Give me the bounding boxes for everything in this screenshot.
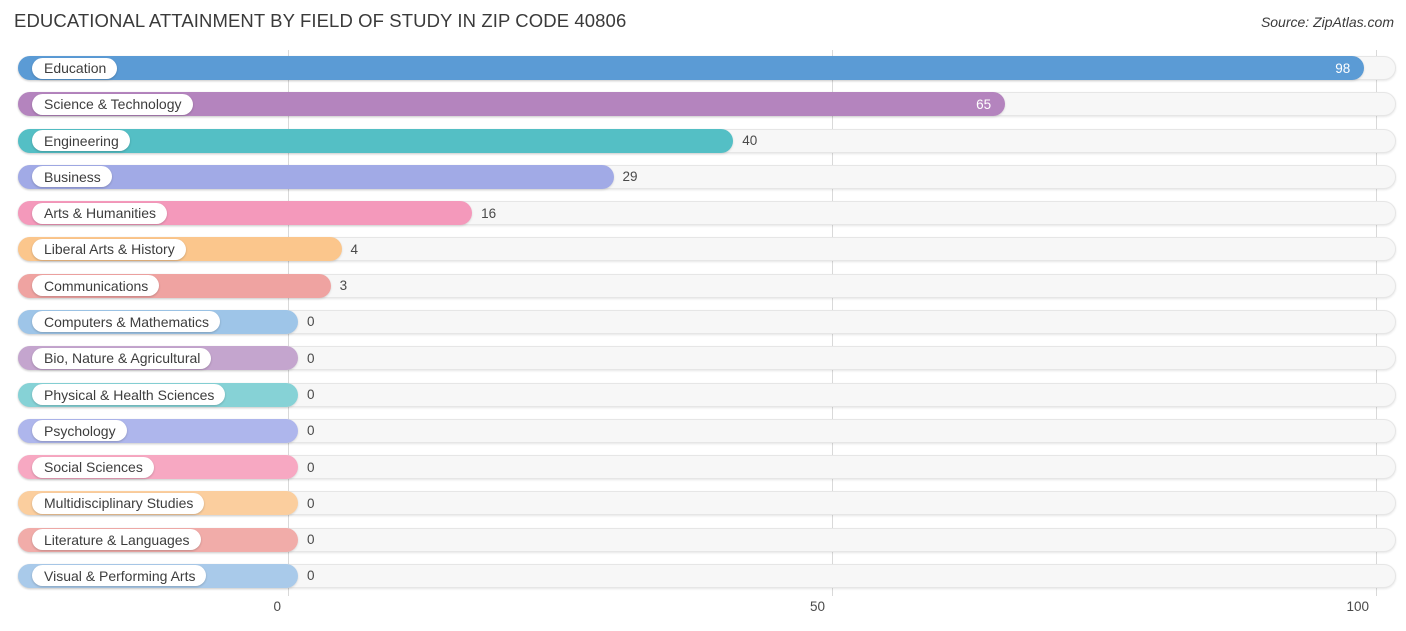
- bar-category-label-text: Business: [44, 168, 101, 185]
- bar-value-label: 0: [307, 423, 315, 439]
- bar-category-label: Bio, Nature & Agricultural: [32, 347, 212, 369]
- bar-category-label-text: Visual & Performing Arts: [44, 567, 196, 584]
- bar-category-label: Business: [32, 166, 112, 188]
- bar-value-label: 4: [350, 241, 359, 257]
- bar-value-label: 40: [742, 133, 758, 149]
- bar-category-label: Arts & Humanities: [32, 202, 168, 224]
- bar-category-label-text: Psychology: [44, 422, 116, 439]
- bar-value-label: 3: [339, 278, 348, 294]
- bar-value-label: 0: [307, 532, 315, 548]
- bar-category-label: Science & Technology: [32, 93, 193, 115]
- chart-page: EDUCATIONAL ATTAINMENT BY FIELD OF STUDY…: [0, 0, 1406, 631]
- bar-category-label: Liberal Arts & History: [32, 238, 186, 260]
- bar-category-label-text: Arts & Humanities: [44, 205, 157, 222]
- bar-category-label: Multidisciplinary Studies: [32, 492, 205, 514]
- bar-fill[interactable]: [18, 56, 1365, 80]
- bar-value-label: 29: [622, 169, 638, 185]
- bar-category-label: Communications: [32, 275, 160, 297]
- bar-category-label: Social Sciences: [32, 456, 154, 478]
- bar-category-label: Physical & Health Sciences: [32, 384, 226, 406]
- bar-category-label-text: Science & Technology: [44, 96, 182, 113]
- bar-value-label: 0: [307, 387, 315, 403]
- bar-category-label-text: Computers & Mathematics: [44, 313, 209, 330]
- bar-category-label-text: Multidisciplinary Studies: [44, 495, 194, 512]
- bar-category-label-text: Engineering: [44, 132, 119, 149]
- x-axis-tick-label: 100: [1346, 599, 1369, 614]
- bar-value-label: 0: [307, 459, 315, 475]
- bar-value-label: 0: [307, 314, 315, 330]
- bar-category-label-text: Education: [44, 60, 107, 76]
- bar-category-label-text: Bio, Nature & Agricultural: [44, 350, 201, 367]
- bar-chart: 0 50 100 Education 98 Science & Technology 65 E…: [0, 0, 1406, 631]
- bar-value-label: 16: [481, 205, 497, 221]
- x-axis-tick-label: 50: [809, 599, 825, 614]
- bar-value-label: 0: [307, 495, 315, 511]
- bar-value-label: 98: [1335, 60, 1351, 76]
- bar-category-label: Computers & Mathematics: [32, 311, 220, 333]
- x-axis-tick-label: 0: [273, 599, 281, 614]
- bar-category-label-text: Communications: [44, 277, 149, 294]
- bar-category-label-text: Liberal Arts & History: [44, 241, 175, 258]
- bar-category-label: Visual & Performing Arts: [32, 565, 207, 587]
- bar-value-label: 65: [976, 96, 992, 112]
- bar-category-label: Engineering: [32, 130, 130, 152]
- bar-category-label-text: Social Sciences: [44, 459, 143, 476]
- bar-value-label: 0: [307, 568, 315, 584]
- bar-category-label: Psychology: [32, 420, 127, 442]
- bar-category-label-text: Literature & Languages: [44, 531, 190, 548]
- bar-category-label: Education: [32, 57, 118, 79]
- bar-category-label: Literature & Languages: [32, 529, 201, 551]
- bar-category-label-text: Physical & Health Sciences: [44, 386, 215, 403]
- bar-value-label: 0: [307, 350, 315, 366]
